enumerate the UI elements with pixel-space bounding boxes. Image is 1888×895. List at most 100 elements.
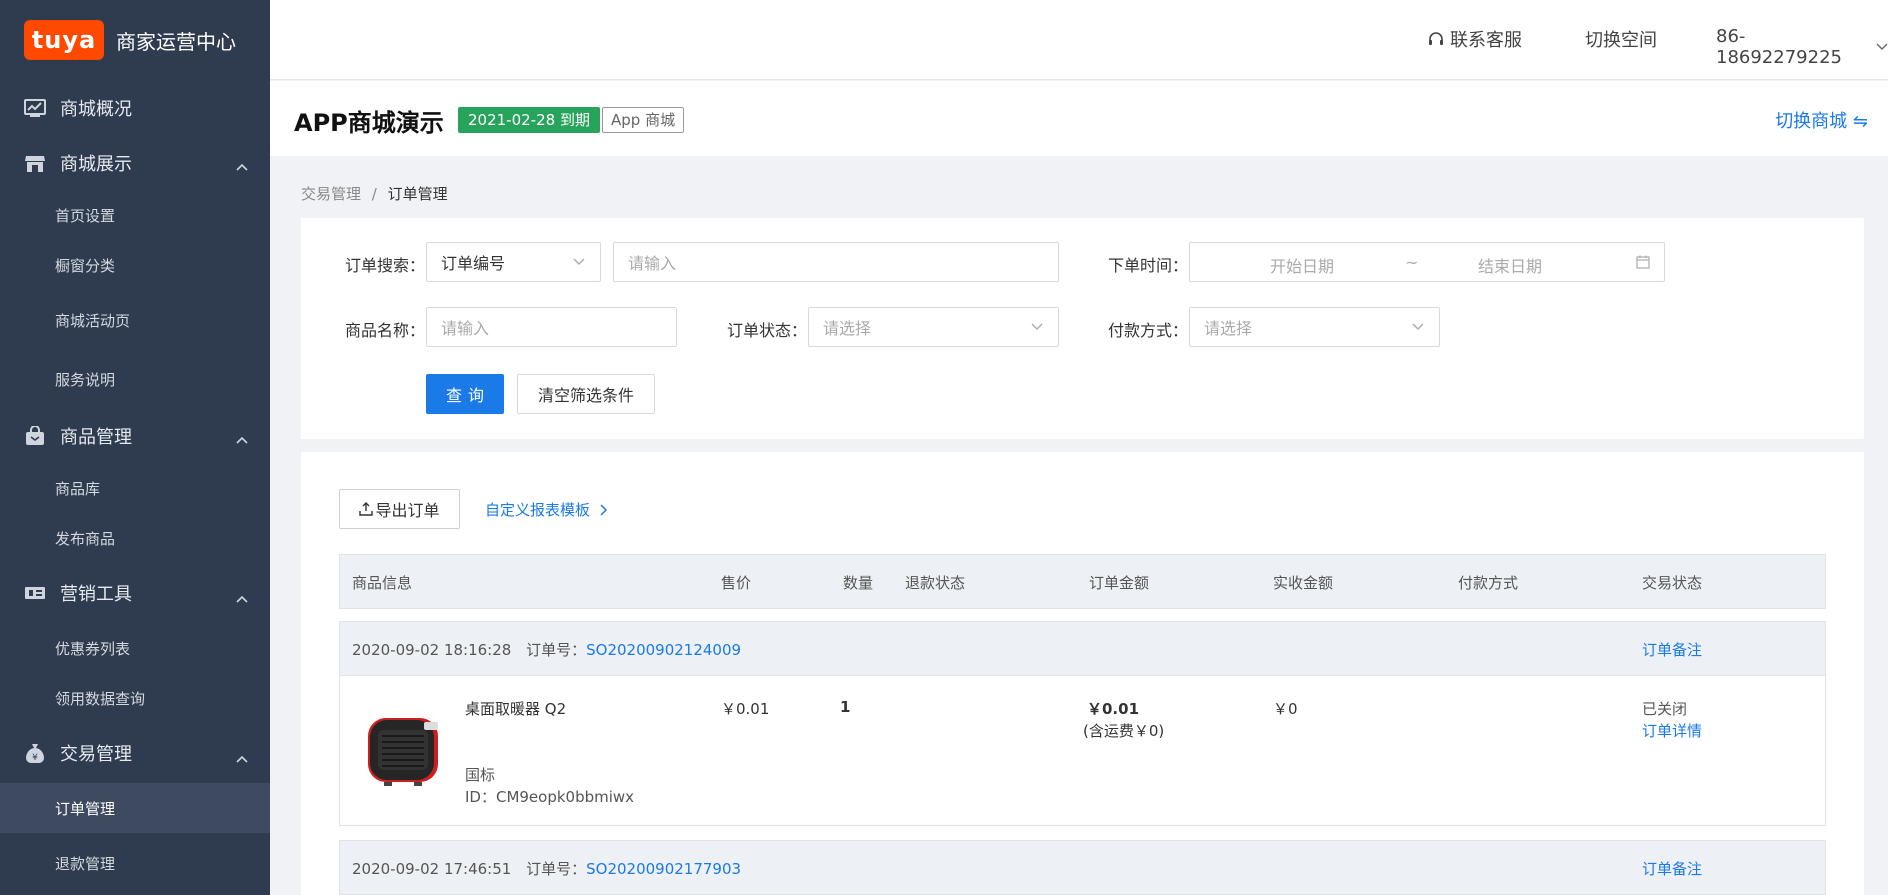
- query-button[interactable]: 查询: [426, 374, 504, 414]
- chevron-down-icon: [572, 254, 586, 273]
- payment-method-select[interactable]: 请选择: [1189, 307, 1440, 347]
- order-status-select[interactable]: 请选择: [808, 307, 1059, 347]
- order-time: 2020-09-02 17:46:51: [352, 860, 512, 878]
- breadcrumb-current: 订单管理: [387, 185, 448, 203]
- order-row: 桌面取暖器 Q2 国标 ID：CM9eopk0bbmiwx ￥0.01 1 ￥0…: [339, 676, 1826, 826]
- store-header: APP商城演示 2021-02-28 到期 App 商城 切换商城 ⇋: [270, 81, 1888, 156]
- account-menu[interactable]: 86-18692279225: [1716, 26, 1888, 68]
- custom-template-label: 自定义报表模板: [485, 501, 591, 519]
- order-date-range-picker[interactable]: 开始日期 ~ 结束日期: [1189, 242, 1665, 282]
- clear-filters-button[interactable]: 清空筛选条件: [517, 374, 655, 414]
- nav-group-label: 商城概况: [60, 98, 132, 120]
- order-header-row: 2020-09-02 17:46:51 订单号：SO20200902177903…: [339, 840, 1826, 895]
- breadcrumb-separator: /: [371, 185, 377, 203]
- order-header-row: 2020-09-02 18:16:28 订单号：SO20200902124009…: [339, 621, 1826, 676]
- store-icon: [24, 152, 46, 174]
- nav-group-marketing-tools[interactable]: 营销工具: [0, 563, 270, 623]
- chevron-down-icon: [1411, 319, 1425, 338]
- breadcrumb-parent[interactable]: 交易管理: [301, 185, 361, 203]
- switch-store-link[interactable]: 切换商城 ⇋: [1775, 107, 1868, 133]
- chevron-down-icon: [1876, 43, 1888, 51]
- product-name-label: 商品名称：: [345, 321, 426, 340]
- nav-group-label: 交易管理: [60, 744, 132, 765]
- sidebar-item-service-description[interactable]: 服务说明: [0, 350, 270, 408]
- orders-panel: 导出订单 自定义报表模板 商品信息 售价 数量 退款状态 订单金额 实收金额 付…: [301, 452, 1864, 895]
- nav-group-label: 商城展示: [60, 153, 132, 175]
- orders-table-header: 商品信息 售价 数量 退款状态 订单金额 实收金额 付款方式 交易状态: [339, 554, 1826, 609]
- product-name-input[interactable]: 请输入: [426, 307, 677, 347]
- end-date-input[interactable]: 结束日期: [1478, 253, 1542, 277]
- chart-icon: [24, 97, 46, 119]
- sidebar: tuya 商家运营中心 商城概况 商城展示 首页设置 橱窗分类 商城活动页 服务…: [0, 0, 270, 895]
- export-orders-button[interactable]: 导出订单: [339, 489, 460, 529]
- product-spec: 国标: [465, 766, 496, 784]
- custom-report-template-link[interactable]: 自定义报表模板: [485, 499, 608, 520]
- select-value: 订单编号: [441, 254, 506, 273]
- unit-price: ￥0.01: [721, 700, 770, 718]
- product-id: ID：CM9eopk0bbmiwx: [465, 788, 635, 806]
- order-search-type-select[interactable]: 订单编号: [426, 242, 601, 282]
- nav-group-product-management[interactable]: 商品管理: [0, 408, 270, 463]
- order-detail-link[interactable]: 订单详情: [1642, 720, 1702, 741]
- chevron-up-icon: [236, 747, 248, 768]
- export-label: 导出订单: [375, 501, 440, 520]
- product-thumbnail: [364, 712, 442, 790]
- quantity: 1: [840, 698, 851, 716]
- store-name: APP商城演示: [294, 109, 444, 137]
- order-remark-link[interactable]: 订单备注: [1642, 639, 1702, 660]
- sidebar-item-homepage-settings[interactable]: 首页设置: [0, 190, 270, 240]
- order-status-label: 订单状态：: [727, 321, 808, 340]
- store-type-badge: App 商城: [602, 107, 685, 133]
- select-placeholder: 请选择: [823, 319, 872, 338]
- col-payment-method: 付款方式: [1458, 574, 1519, 592]
- tuya-logo: tuya: [24, 20, 104, 60]
- brand[interactable]: tuya 商家运营中心: [0, 0, 270, 80]
- sidebar-item-activity-page[interactable]: 商城活动页: [0, 290, 270, 350]
- breadcrumb: 交易管理 / 订单管理: [301, 183, 448, 204]
- ticket-icon: [24, 582, 46, 604]
- switch-space-label: 切换空间: [1585, 30, 1657, 51]
- nav-item-label: 优惠券列表: [55, 639, 131, 658]
- nav-item-label: 商城活动页: [55, 311, 131, 330]
- order-search-input[interactable]: 请输入: [613, 242, 1059, 282]
- bag-icon: [24, 425, 46, 447]
- sidebar-item-coupon-list[interactable]: 优惠券列表: [0, 623, 270, 673]
- nav-group-store-display[interactable]: 商城展示: [0, 135, 270, 190]
- nav-group-overview[interactable]: 商城概况: [0, 80, 270, 135]
- order-no-label: 订单号：: [526, 641, 587, 659]
- sidebar-item-publish-product[interactable]: 发布商品: [0, 513, 270, 563]
- export-icon: [359, 502, 374, 516]
- sidebar-item-refund-management[interactable]: 退款管理: [0, 833, 270, 893]
- order-meta: 2020-09-02 17:46:51 订单号：SO20200902177903: [352, 858, 741, 879]
- order-search-label: 订单搜索：: [345, 256, 426, 275]
- sidebar-item-product-library[interactable]: 商品库: [0, 463, 270, 513]
- sidebar-item-claim-data-query[interactable]: 领用数据查询: [0, 673, 270, 723]
- switch-space-link[interactable]: 切换空间: [1585, 26, 1657, 52]
- nav-group-label: 营销工具: [60, 584, 132, 605]
- contact-support-link[interactable]: 联系客服: [1428, 26, 1522, 52]
- order-remark-link[interactable]: 订单备注: [1642, 858, 1702, 879]
- expiry-badge: 2021-02-28 到期: [458, 107, 600, 133]
- chevron-up-icon: [236, 428, 248, 449]
- shipping-fee: (含运费￥0): [1083, 722, 1165, 740]
- start-date-input[interactable]: 开始日期: [1270, 253, 1334, 277]
- select-placeholder: 请选择: [1204, 319, 1253, 338]
- sidebar-item-showcase-category[interactable]: 橱窗分类: [0, 240, 270, 290]
- order-number-link[interactable]: SO20200902124009: [586, 641, 741, 659]
- chevron-up-icon: [236, 155, 248, 176]
- nav-item-label: 橱窗分类: [55, 256, 116, 275]
- col-refund-status: 退款状态: [905, 574, 966, 592]
- nav-item-label: 领用数据查询: [55, 689, 146, 708]
- sidebar-item-order-management[interactable]: 订单管理: [0, 783, 270, 833]
- col-trade-status: 交易状态: [1642, 574, 1703, 592]
- svg-text:¥: ¥: [32, 753, 38, 763]
- nav-item-label: 发布商品: [55, 529, 116, 548]
- order-time-label: 下单时间：: [1108, 256, 1189, 275]
- payment-method-label: 付款方式：: [1108, 321, 1189, 340]
- support-label: 联系客服: [1450, 30, 1522, 51]
- order-number-link[interactable]: SO20200902177903: [586, 860, 741, 878]
- money-bag-icon: ¥: [24, 742, 46, 764]
- date-range-separator: ~: [1405, 253, 1419, 272]
- nav-group-trade-management[interactable]: ¥ 交易管理: [0, 723, 270, 783]
- calendar-icon: [1636, 255, 1650, 269]
